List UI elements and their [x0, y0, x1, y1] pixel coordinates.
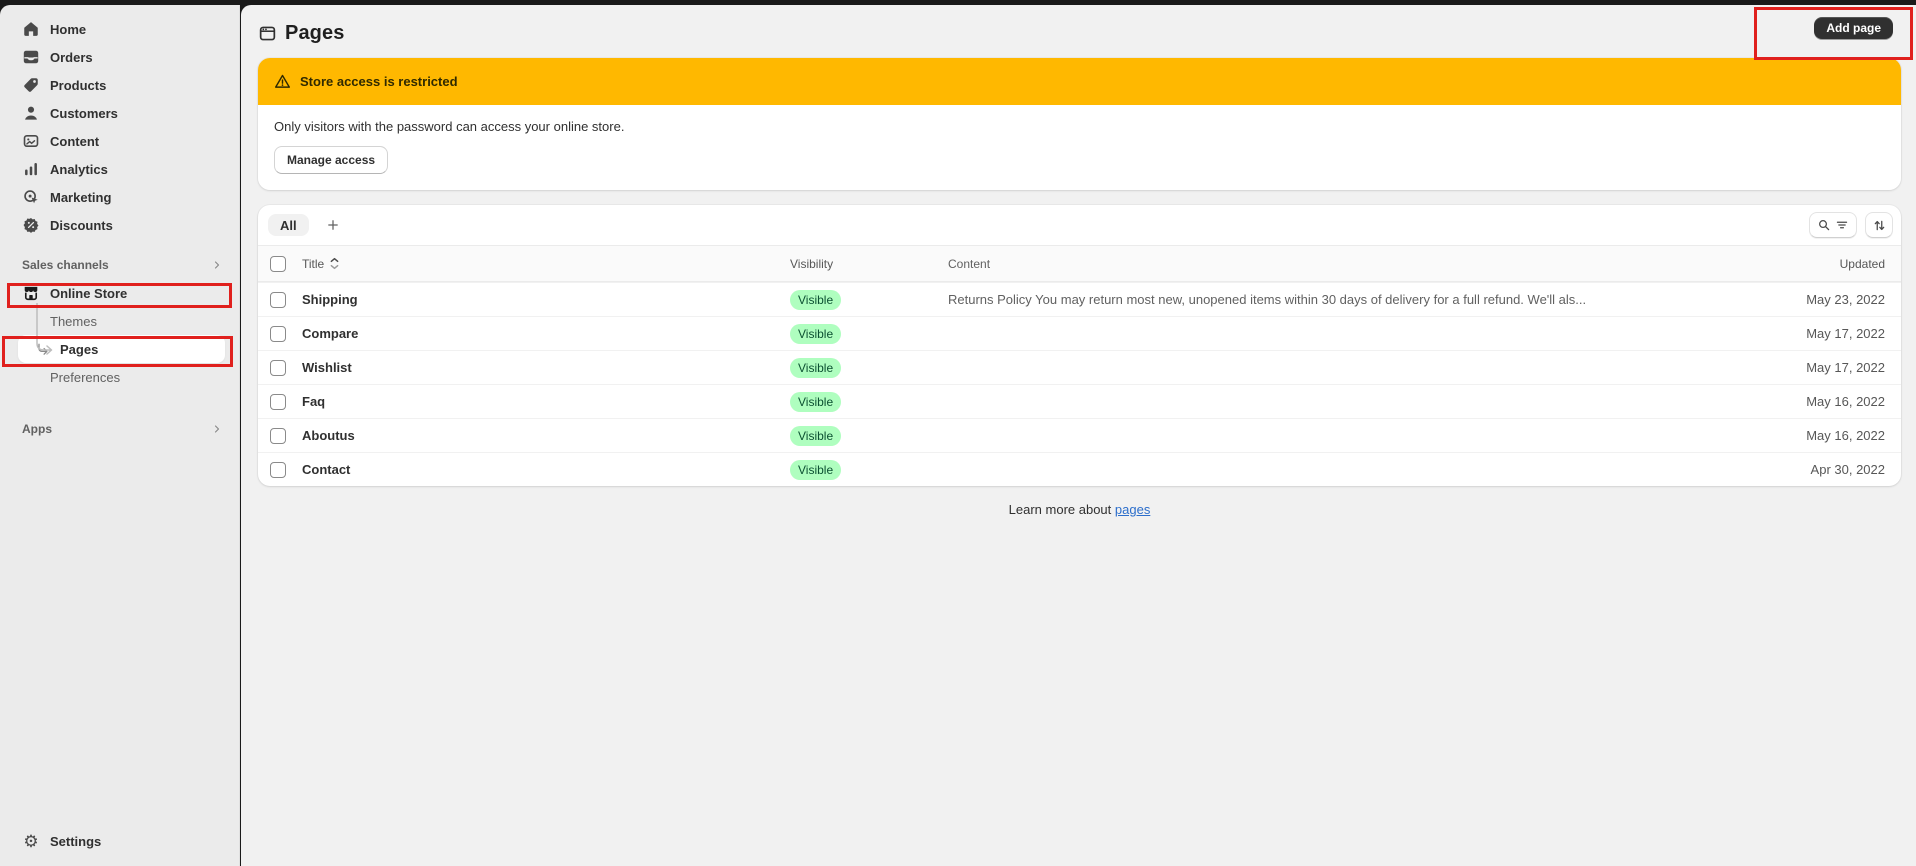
banner-description: Only visitors with the password can acce…: [274, 119, 1885, 134]
sidebar-item-products[interactable]: Products: [8, 71, 231, 99]
table-row[interactable]: Aboutus Visible May 16, 2022: [258, 418, 1901, 452]
row-title: Aboutus: [302, 428, 355, 443]
sidebar-item-label: Customers: [50, 106, 118, 121]
add-page-button[interactable]: Add page: [1814, 17, 1893, 39]
row-title: Shipping: [302, 292, 358, 307]
row-updated-date: May 23, 2022: [1751, 292, 1901, 307]
page-title: Pages: [285, 22, 344, 45]
sidebar-item-discounts[interactable]: Discounts: [8, 211, 231, 239]
plus-icon: [326, 218, 340, 232]
column-header-content: Content: [948, 257, 1751, 271]
pages-table-card: All Title: [258, 205, 1901, 486]
pages-icon: [258, 24, 277, 43]
banner-header: Store access is restricted: [258, 58, 1901, 105]
row-checkbox[interactable]: [270, 326, 286, 342]
customers-person-icon: [22, 104, 40, 122]
sidebar-item-label: Preferences: [50, 370, 120, 385]
sidebar-item-label: Content: [50, 134, 99, 149]
row-title: Contact: [302, 462, 350, 477]
sidebar-item-label: Online Store: [50, 286, 127, 301]
search-icon: [1817, 218, 1831, 232]
sidebar-item-home[interactable]: Home: [8, 15, 231, 43]
main-content: Pages Store access is restricted Only vi…: [241, 5, 1916, 866]
analytics-bars-icon: [22, 160, 40, 178]
column-header-visibility: Visibility: [790, 257, 948, 271]
row-title: Faq: [302, 394, 325, 409]
sidebar-item-customers[interactable]: Customers: [8, 99, 231, 127]
sidebar-item-settings[interactable]: ⚙ Settings: [8, 827, 231, 855]
sidebar-item-analytics[interactable]: Analytics: [8, 155, 231, 183]
online-store-icon: [22, 284, 40, 302]
table-row[interactable]: Wishlist Visible May 17, 2022: [258, 350, 1901, 384]
sidebar-item-label: Pages: [60, 342, 98, 357]
sort-arrows-icon: [1872, 218, 1887, 233]
pages-help-link[interactable]: pages: [1115, 502, 1150, 517]
chevron-right-icon: [211, 423, 223, 435]
row-title: Wishlist: [302, 360, 352, 375]
visibility-badge: Visible: [790, 324, 841, 344]
row-updated-date: May 16, 2022: [1751, 428, 1901, 443]
row-checkbox[interactable]: [270, 292, 286, 308]
sidebar-item-preferences[interactable]: Preferences: [8, 363, 231, 391]
marketing-target-icon: [22, 188, 40, 206]
banner-title: Store access is restricted: [300, 74, 458, 89]
table-row[interactable]: Shipping Visible Returns Policy You may …: [258, 282, 1901, 316]
sidebar-section-apps[interactable]: Apps: [8, 421, 231, 437]
row-checkbox[interactable]: [270, 428, 286, 444]
row-updated-date: May 17, 2022: [1751, 326, 1901, 341]
row-updated-date: May 17, 2022: [1751, 360, 1901, 375]
row-updated-date: May 16, 2022: [1751, 394, 1901, 409]
sort-button[interactable]: [1865, 212, 1893, 238]
chevron-right-icon: [211, 259, 223, 271]
select-all-checkbox[interactable]: [270, 256, 286, 272]
visibility-badge: Visible: [790, 358, 841, 378]
content-media-icon: [22, 132, 40, 150]
tab-all[interactable]: All: [268, 214, 309, 236]
discounts-percent-icon: [22, 216, 40, 234]
sort-carets-icon[interactable]: [330, 257, 339, 270]
filter-icon: [1835, 218, 1849, 232]
orders-icon: [22, 48, 40, 66]
table-row[interactable]: Contact Visible Apr 30, 2022: [258, 452, 1901, 486]
row-checkbox[interactable]: [270, 462, 286, 478]
column-header-updated: Updated: [1751, 257, 1901, 271]
sidebar-item-content[interactable]: Content: [8, 127, 231, 155]
visibility-badge: Visible: [790, 426, 841, 446]
column-header-title: Title: [302, 257, 324, 271]
sidebar-section-sales-channels[interactable]: Sales channels: [8, 257, 231, 273]
sidebar-item-orders[interactable]: Orders: [8, 43, 231, 71]
products-tag-icon: [22, 76, 40, 94]
sidebar-item-label: Settings: [50, 834, 101, 849]
table-header-row: Title Visibility Content Updated: [258, 245, 1901, 282]
sidebar-item-marketing[interactable]: Marketing: [8, 183, 231, 211]
sidebar-item-label: Home: [50, 22, 86, 37]
sidebar: Home Orders Products Customers Content: [0, 5, 240, 866]
search-filter-button[interactable]: [1809, 212, 1857, 238]
visibility-badge: Visible: [790, 460, 841, 480]
row-title: Compare: [302, 326, 358, 341]
sidebar-item-label: Marketing: [50, 190, 111, 205]
learn-more-footer: Learn more about pages: [258, 502, 1901, 517]
sidebar-item-label: Products: [50, 78, 106, 93]
row-checkbox[interactable]: [270, 394, 286, 410]
row-checkbox[interactable]: [270, 360, 286, 376]
warning-triangle-icon: [274, 73, 291, 90]
tree-connector-line: [36, 303, 58, 361]
manage-access-button[interactable]: Manage access: [274, 146, 388, 174]
gear-icon: ⚙: [22, 832, 40, 850]
row-content-preview: Returns Policy You may return most new, …: [948, 292, 1751, 307]
table-row[interactable]: Compare Visible May 17, 2022: [258, 316, 1901, 350]
home-icon: [22, 20, 40, 38]
table-row[interactable]: Faq Visible May 16, 2022: [258, 384, 1901, 418]
add-view-button[interactable]: [321, 214, 345, 236]
row-updated-date: Apr 30, 2022: [1751, 462, 1901, 477]
visibility-badge: Visible: [790, 392, 841, 412]
visibility-badge: Visible: [790, 290, 841, 310]
sidebar-item-label: Discounts: [50, 218, 113, 233]
store-access-banner: Store access is restricted Only visitors…: [258, 58, 1901, 190]
sidebar-item-label: Orders: [50, 50, 93, 65]
sidebar-item-label: Analytics: [50, 162, 108, 177]
